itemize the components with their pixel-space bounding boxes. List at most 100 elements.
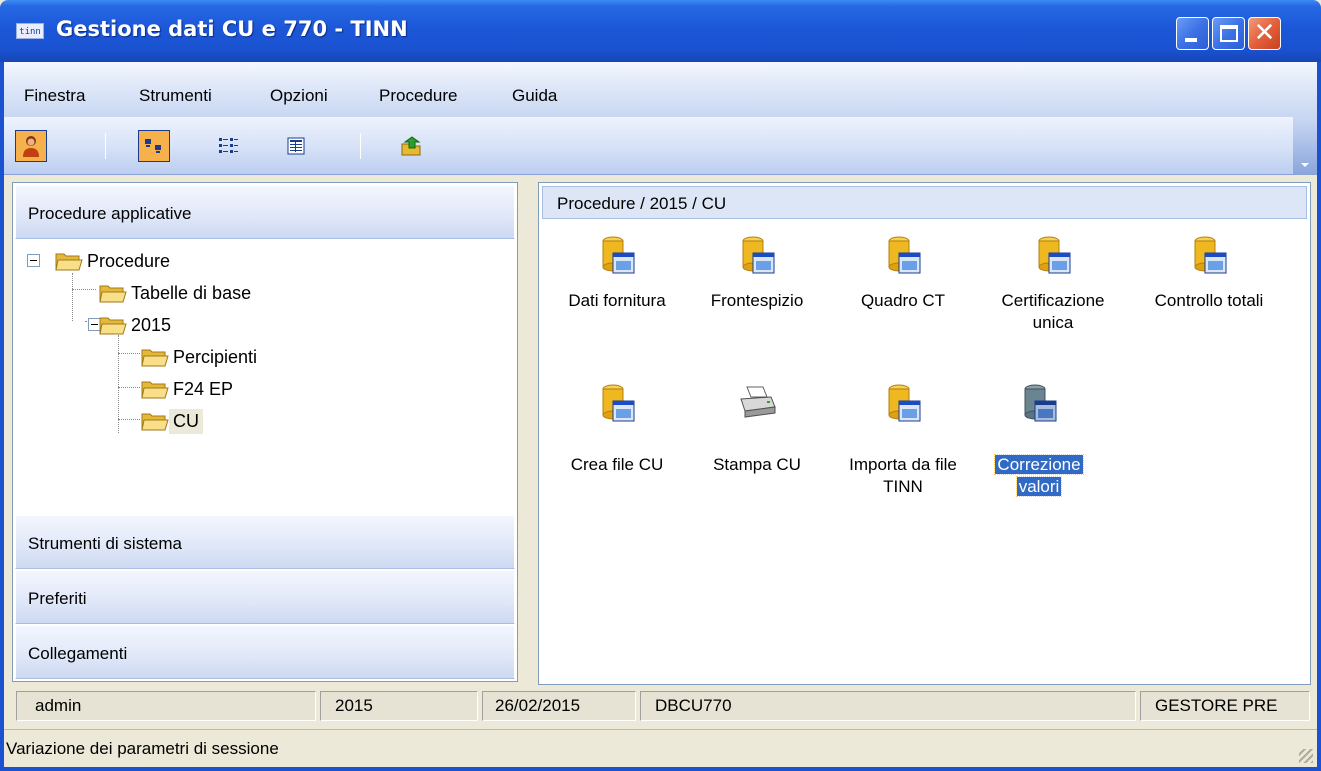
tree-item-label: CU — [169, 408, 203, 434]
database-form-icon — [742, 236, 775, 274]
breadcrumb: Procedure / 2015 / CU — [542, 186, 1307, 219]
toolbar-separator — [360, 133, 361, 159]
item-controllo-totali[interactable]: Controllo totali — [1129, 235, 1289, 355]
breadcrumb-path: Procedure / 2015 / CU — [557, 194, 727, 213]
database-form-icon — [888, 384, 921, 422]
window-frame-right — [1317, 62, 1321, 771]
item-label: Certificazione unica — [1001, 291, 1105, 332]
list-view-button[interactable] — [212, 130, 244, 162]
tree-item-label: 2015 — [131, 314, 172, 335]
user-icon — [23, 136, 39, 157]
details-view-button[interactable] — [280, 130, 312, 162]
tree-connector — [72, 289, 96, 290]
navigation-panel: Procedure applicative Procedure Tabelle … — [12, 182, 518, 682]
details-view-icon — [287, 137, 305, 155]
tree-item-procedure[interactable]: Procedure — [55, 246, 174, 276]
minimize-button[interactable] — [1176, 17, 1209, 50]
close-button[interactable]: ✕ — [1248, 17, 1281, 50]
title-bar[interactable]: tinn Gestione dati CU e 770 - TINN ✕ — [0, 0, 1321, 62]
item-label: Dati fornitura — [568, 291, 666, 310]
session-status-bar: admin 2015 26/02/2015 DBCU770 GESTORE PR… — [4, 686, 1317, 726]
user-button[interactable] — [15, 130, 47, 162]
section-preferiti[interactable]: Preferiti — [15, 570, 515, 624]
section-label: Strumenti di sistema — [28, 534, 182, 553]
item-dati-fornitura[interactable]: Dati fornitura — [537, 235, 697, 355]
toolbar-overflow-button[interactable] — [1293, 117, 1317, 174]
section-label: Collegamenti — [28, 644, 128, 663]
toolbar — [4, 117, 1317, 175]
item-label: Controllo totali — [1154, 291, 1264, 310]
tree-item-label: Procedure — [87, 250, 171, 271]
tree-item-percipienti[interactable]: Percipienti — [141, 342, 261, 372]
item-certificazione-unica[interactable]: Certificazione unica — [973, 235, 1133, 355]
menu-procedure[interactable]: Procedure — [379, 86, 457, 106]
printer-icon — [740, 386, 776, 418]
section-label: Procedure applicative — [28, 204, 192, 223]
tree-connector — [72, 289, 73, 321]
menu-bar: Finestra Strumenti Opzioni Procedure Gui… — [4, 62, 1317, 117]
tree-connector — [118, 387, 140, 388]
menu-strumenti[interactable]: Strumenti — [139, 86, 212, 106]
menu-opzioni[interactable]: Opzioni — [270, 86, 328, 106]
tree-connector — [118, 353, 140, 354]
database-form-icon — [1024, 384, 1057, 422]
section-procedure-applicative[interactable]: Procedure applicative — [15, 185, 515, 239]
window-title: Gestione dati CU e 770 - TINN — [56, 17, 408, 41]
close-icon: ✕ — [1253, 18, 1276, 48]
tree-item-cu[interactable]: CU — [141, 406, 203, 436]
tree-item-f24-ep[interactable]: F24 EP — [141, 374, 237, 404]
app-icon: tinn — [16, 23, 44, 39]
tree-connector — [118, 419, 140, 420]
status-year: 2015 — [320, 691, 478, 721]
tree-item-tabelle-di-base[interactable]: Tabelle di base — [99, 278, 255, 308]
database-form-icon — [1038, 236, 1071, 274]
tree-collapse-toggle[interactable] — [27, 254, 40, 267]
menu-finestra[interactable]: Finestra — [24, 86, 85, 106]
content-panel: Procedure / 2015 / CU Dati fornitura Fro… — [538, 182, 1311, 685]
database-form-icon — [602, 236, 635, 274]
item-label: Correzione valori — [994, 454, 1084, 497]
item-quadro-ct[interactable]: Quadro CT — [823, 235, 983, 355]
large-icons-view-button[interactable] — [138, 130, 170, 162]
large-icons-view-icon — [145, 139, 161, 153]
status-database: DBCU770 — [640, 691, 1136, 721]
list-view-icon — [219, 138, 238, 153]
status-user: admin — [16, 691, 316, 721]
database-form-icon — [888, 236, 921, 274]
section-strumenti-di-sistema[interactable]: Strumenti di sistema — [15, 515, 515, 569]
tree-item-label: F24 EP — [173, 378, 234, 399]
item-stampa-cu[interactable]: Stampa CU — [677, 383, 837, 503]
database-form-icon — [1194, 236, 1227, 274]
minimize-icon — [1185, 38, 1197, 42]
section-label: Preferiti — [28, 589, 87, 608]
tree-item-label: Percipienti — [173, 346, 258, 367]
folder-icon — [141, 413, 169, 431]
window-frame-bottom — [0, 767, 1321, 771]
folder-icon — [99, 285, 127, 303]
app-window: tinn Gestione dati CU e 770 - TINN ✕ Fin… — [0, 0, 1321, 771]
item-label: Quadro CT — [860, 291, 946, 310]
database-form-icon — [602, 384, 635, 422]
tree-item-label: Tabelle di base — [131, 282, 252, 303]
maximize-button[interactable] — [1212, 17, 1245, 50]
export-button[interactable] — [396, 130, 428, 162]
item-label: Frontespizio — [710, 291, 804, 310]
status-message: Variazione dei parametri di sessione — [6, 739, 279, 758]
item-correzione-valori[interactable]: Correzione valori — [959, 383, 1119, 503]
folder-icon — [141, 349, 169, 367]
maximize-icon — [1220, 25, 1238, 42]
item-crea-file-cu[interactable]: Crea file CU — [537, 383, 697, 503]
item-frontespizio[interactable]: Frontespizio — [677, 235, 837, 355]
export-icon — [401, 136, 421, 156]
status-date: 26/02/2015 — [482, 691, 636, 721]
toolbar-separator — [105, 133, 106, 159]
folder-icon — [141, 381, 169, 399]
folder-open-icon — [55, 253, 83, 271]
chevron-down-icon — [1301, 163, 1309, 167]
procedure-tree: Procedure Tabelle di base 2015 Percipien… — [15, 239, 515, 514]
tree-item-2015[interactable]: 2015 — [99, 310, 175, 340]
resize-grip[interactable] — [1299, 749, 1313, 763]
menu-guida[interactable]: Guida — [512, 86, 557, 106]
section-collegamenti[interactable]: Collegamenti — [15, 625, 515, 679]
message-status-bar: Variazione dei parametri di sessione — [4, 729, 1317, 767]
